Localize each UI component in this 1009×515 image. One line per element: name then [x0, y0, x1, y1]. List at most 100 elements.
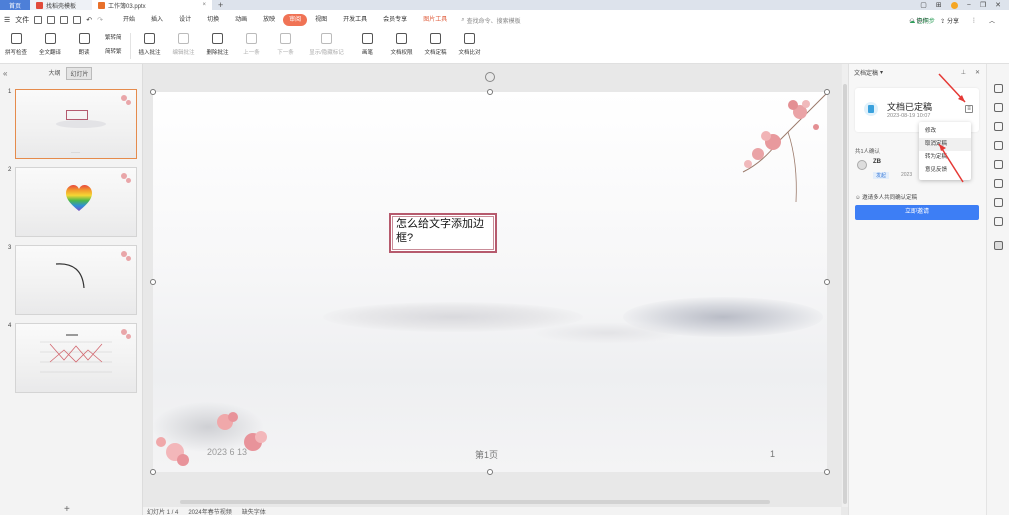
review-icon[interactable]	[994, 198, 1003, 207]
tab-slideshow[interactable]: 放映	[255, 14, 283, 26]
finalize-panel-icon[interactable]	[994, 241, 1003, 250]
resize-handle[interactable]	[487, 469, 493, 475]
resize-handle[interactable]	[150, 279, 156, 285]
cloud-sync-button[interactable]: ☁ 已同步	[909, 16, 935, 25]
tab-start[interactable]: 开始	[115, 14, 143, 26]
file-menu[interactable]: 文件	[15, 15, 29, 25]
comment-panel-icon[interactable]	[994, 160, 1003, 169]
tab-document[interactable]: 工作簿03.pptx ×	[92, 0, 212, 10]
slide-thumbnail-3[interactable]	[15, 245, 137, 315]
trad-to-simp-button[interactable]: 繁转简	[105, 33, 122, 41]
slide-thumbnail-1[interactable]: ———	[15, 89, 137, 159]
redo-icon[interactable]: ↷	[97, 16, 103, 24]
prev-comment-button[interactable]: 上一条	[239, 33, 265, 56]
print-icon[interactable]	[60, 16, 69, 24]
delete-comment-button[interactable]: 删除批注	[205, 33, 231, 56]
apps-icon[interactable]: ⊞	[936, 1, 942, 9]
export-pdf-icon[interactable]	[47, 16, 56, 24]
minimize-icon[interactable]: −	[967, 2, 971, 9]
confirm-count: 共1人确认	[855, 149, 881, 155]
close-window-icon[interactable]: ✕	[995, 1, 1001, 9]
hamburger-icon[interactable]: ☰	[4, 16, 10, 24]
horizontal-scrollbar[interactable]	[150, 499, 810, 505]
petal	[126, 256, 131, 261]
window-controls: ▢ ⊞ − ❐ ✕	[920, 0, 1009, 10]
settings-sliders-icon[interactable]	[994, 103, 1003, 112]
next-comment-button[interactable]: 下一条	[273, 33, 299, 56]
rotate-handle-icon[interactable]	[485, 72, 495, 82]
resize-handle[interactable]	[824, 279, 830, 285]
pen-icon	[362, 33, 374, 44]
shape-icon[interactable]	[994, 122, 1003, 131]
share-button[interactable]: ⇪ 分享	[940, 16, 959, 25]
edit-comment-button[interactable]: 编辑批注	[171, 33, 197, 56]
slide-number: 2	[8, 167, 12, 173]
doc-finalize-button[interactable]: 文档定稿	[423, 33, 449, 56]
tab-view[interactable]: 视图	[307, 14, 335, 26]
permission-icon	[396, 33, 408, 44]
more-icon[interactable]: ⋮	[971, 17, 977, 24]
collapse-panel-icon[interactable]: «	[3, 69, 7, 78]
markup-icon	[321, 33, 333, 44]
restore-icon[interactable]: ❐	[980, 1, 986, 9]
tab-slides[interactable]: 幻灯片	[66, 66, 93, 80]
status-missing-fonts[interactable]: 缺失字体	[242, 507, 266, 515]
slide-title-textbox[interactable]: 怎么给文字添加边框?	[389, 213, 497, 253]
search-box[interactable]: ⌕ 查找命令、搜索模板	[461, 16, 520, 25]
tab-review[interactable]: 审阅	[283, 14, 308, 26]
undo-icon[interactable]: ↶	[86, 16, 92, 24]
tab-home[interactable]: 首页	[0, 0, 30, 10]
slide-thumbnail-2[interactable]	[15, 167, 137, 237]
slide-canvas[interactable]: 怎么给文字添加边框? 2023 6 13 第1页 1	[153, 92, 827, 472]
magic-icon[interactable]	[994, 84, 1003, 93]
panel-title[interactable]: 文档定稿	[854, 68, 878, 77]
add-slide-button[interactable]: +	[64, 504, 70, 515]
tab-template-store[interactable]: 找稻壳模板	[30, 0, 92, 10]
resize-handle[interactable]	[150, 89, 156, 95]
tab-developer[interactable]: 开发工具	[335, 14, 375, 26]
blossom-decoration	[119, 93, 133, 109]
tab-outline[interactable]: 大纲	[45, 67, 63, 80]
location-icon[interactable]	[994, 179, 1003, 188]
tab-transition[interactable]: 切换	[199, 14, 227, 26]
resize-handle[interactable]	[824, 89, 830, 95]
save-icon[interactable]	[34, 16, 43, 24]
resize-handle[interactable]	[150, 469, 156, 475]
new-tab-button[interactable]: +	[212, 0, 229, 10]
tab-insert[interactable]: 插入	[143, 14, 171, 26]
layout-icon[interactable]: ▢	[920, 1, 927, 9]
collapse-ribbon-icon[interactable]: ︿	[989, 16, 995, 25]
translate-button[interactable]: 全文翻译	[37, 33, 63, 56]
mini-title-box	[66, 110, 88, 120]
menu-bar: ☰ 文件 ↶ ↷ 开始 插入 设计 切换 动画 放映 审阅 视图 开发工具 会员…	[0, 10, 1009, 30]
slide-number: 1	[8, 89, 12, 95]
dropdown-icon[interactable]: ▾	[880, 69, 883, 76]
read-aloud-button[interactable]: 朗读	[71, 33, 97, 56]
help-icon[interactable]	[994, 217, 1003, 226]
pen-button[interactable]: 画笔	[355, 33, 381, 56]
scroll-thumb[interactable]	[843, 84, 847, 504]
scroll-thumb[interactable]	[180, 500, 770, 504]
close-tab-icon[interactable]: ×	[202, 2, 206, 8]
doc-permission-button[interactable]: 文档权限	[389, 33, 415, 56]
toggle-markup-button[interactable]: 显示/隐藏标记	[307, 33, 347, 56]
insert-comment-button[interactable]: 插入批注	[137, 33, 163, 56]
slide-number: 3	[8, 245, 12, 251]
tab-picture-tools[interactable]: 图片工具	[415, 14, 455, 26]
next-icon	[280, 33, 292, 44]
resize-handle[interactable]	[824, 469, 830, 475]
spell-check-button[interactable]: 拼写检查	[3, 33, 29, 56]
invite-button[interactable]: 立即邀请	[855, 205, 979, 220]
petal	[126, 334, 131, 339]
tab-member[interactable]: 会员专享	[375, 14, 415, 26]
tab-animation[interactable]: 动画	[227, 14, 255, 26]
status-theme[interactable]: 2024年春节视频	[188, 507, 231, 515]
doc-compare-button[interactable]: 文档比对	[457, 33, 483, 56]
preview-icon[interactable]	[73, 16, 82, 24]
avatar[interactable]	[950, 1, 958, 9]
slide-thumbnail-4[interactable]	[15, 323, 137, 393]
animation-icon[interactable]	[994, 141, 1003, 150]
tab-design[interactable]: 设计	[171, 14, 199, 26]
resize-handle[interactable]	[487, 89, 493, 95]
simp-to-trad-button[interactable]: 简转繁	[105, 47, 122, 55]
